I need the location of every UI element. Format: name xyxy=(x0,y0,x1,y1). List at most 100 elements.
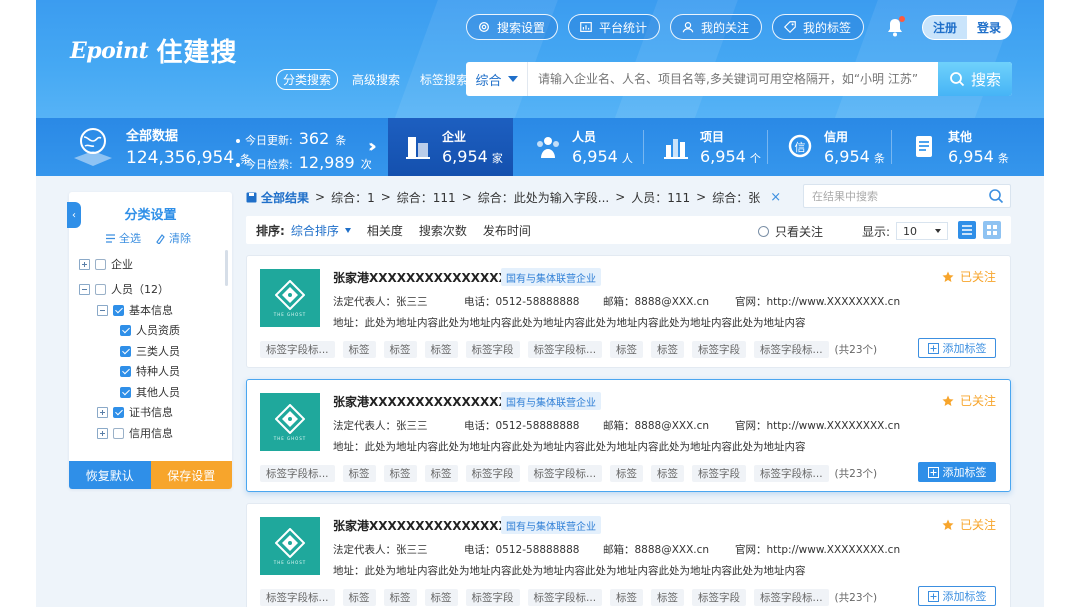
all-results-link[interactable]: 全部结果 xyxy=(246,189,309,206)
tag-chip[interactable]: 标签 xyxy=(342,588,376,606)
tag-chip[interactable]: 标签 xyxy=(424,464,458,482)
tag-chip[interactable]: 标签字段 xyxy=(465,464,520,482)
collapse-icon[interactable] xyxy=(97,304,108,316)
website[interactable]: 官网：http://www.XXXXXXXX.cn xyxy=(735,418,900,433)
tree-node[interactable]: 三类人员 xyxy=(120,343,180,359)
tag-chip[interactable]: 标签 xyxy=(424,588,458,606)
sort-publish-time[interactable]: 发布时间 xyxy=(483,222,531,239)
expand-icon[interactable] xyxy=(97,406,108,418)
result-search-field[interactable]: 在结果中搜索 xyxy=(803,184,1011,208)
checkbox[interactable] xyxy=(113,304,124,316)
checkbox[interactable] xyxy=(120,324,131,336)
checkbox[interactable] xyxy=(95,283,106,295)
tag-chip[interactable]: 标签字段 xyxy=(692,464,747,482)
breadcrumb-item[interactable]: 综合：此处为输入字段... xyxy=(478,189,609,206)
tab-category-search[interactable]: 分类搜索 xyxy=(276,69,339,90)
scrollbar[interactable] xyxy=(225,250,228,286)
breadcrumb-item[interactable]: 综合：1 xyxy=(331,189,375,206)
tree-node[interactable]: 人员资质 xyxy=(120,322,180,338)
login-button[interactable]: 登录 xyxy=(967,16,1011,39)
tag-chip[interactable]: 标签 xyxy=(610,588,644,606)
followed-toggle[interactable]: 已关注 xyxy=(942,268,996,285)
display-select[interactable]: 10 xyxy=(896,222,949,240)
company-name[interactable]: 张家港XXXXXXXXXXXXXXXXX xyxy=(333,269,526,286)
all-data-stat[interactable]: 全部数据 124,356,954 条 xyxy=(70,124,251,168)
platform-stats-button[interactable]: 平台统计 xyxy=(568,14,661,40)
search-icon[interactable] xyxy=(988,188,1004,204)
tag-chip[interactable]: 标签字段 xyxy=(692,340,747,358)
my-tags-button[interactable]: 我的标签 xyxy=(772,14,865,40)
stat-enterprise[interactable]: 企业 6,954 家 xyxy=(388,118,513,176)
tag-chip[interactable]: 标签字段 xyxy=(465,588,520,606)
followed-toggle[interactable]: 已关注 xyxy=(942,392,996,409)
add-tag-button[interactable]: 添加标签 xyxy=(918,462,996,482)
my-follow-button[interactable]: 我的关注 xyxy=(670,14,763,40)
website[interactable]: 官网：http://www.XXXXXXXX.cn xyxy=(735,294,900,309)
tag-chip[interactable]: 标签 xyxy=(610,464,644,482)
checkbox[interactable] xyxy=(120,365,131,377)
tag-chip[interactable]: 标签字段标... xyxy=(754,340,829,358)
tag-chip[interactable]: 标签字段标... xyxy=(260,588,335,606)
tree-node[interactable]: 证书信息 xyxy=(97,404,173,420)
checkbox[interactable] xyxy=(95,258,106,270)
tag-chip[interactable]: 标签字段标... xyxy=(260,464,335,482)
tag-chip[interactable]: 标签字段标... xyxy=(527,340,603,358)
collapse-icon[interactable] xyxy=(79,283,90,295)
tag-chip[interactable]: 标签字段标... xyxy=(754,464,829,482)
company-name[interactable]: 张家港XXXXXXXXXXXXXXXXX xyxy=(333,393,526,410)
tree-node[interactable]: 特种人员 xyxy=(120,363,180,379)
register-button[interactable]: 注册 xyxy=(923,16,967,39)
checkbox[interactable] xyxy=(113,427,124,439)
tree-node[interactable]: 信用信息 xyxy=(97,425,173,441)
expand-icon[interactable] xyxy=(97,427,108,439)
tag-chip[interactable]: 标签 xyxy=(651,340,685,358)
search-button[interactable]: 搜索 xyxy=(938,62,1012,96)
tag-chip[interactable]: 标签 xyxy=(651,588,685,606)
tab-advanced-search[interactable]: 高级搜索 xyxy=(346,70,406,89)
tag-chip[interactable]: 标签 xyxy=(651,464,685,482)
tag-chip[interactable]: 标签 xyxy=(383,464,417,482)
result-card[interactable]: THE GHOST 张家港XXXXXXXXXXXXXXXXX 国有与集体联营企业… xyxy=(246,379,1011,492)
add-tag-button[interactable]: 添加标签 xyxy=(918,586,996,606)
tag-chip[interactable]: 标签 xyxy=(383,588,417,606)
list-view-button[interactable] xyxy=(958,221,976,239)
stat-personnel[interactable]: 人员 6,954 人 xyxy=(518,118,643,176)
tree-node[interactable]: 基本信息 xyxy=(97,302,173,318)
stat-project[interactable]: 项目 6,954 个 xyxy=(646,118,771,176)
tag-chip[interactable]: 标签字段 xyxy=(692,588,747,606)
brand-logo[interactable]: Epoint 住建搜 xyxy=(70,32,237,69)
add-tag-button[interactable]: 添加标签 xyxy=(918,338,996,358)
tag-chip[interactable]: 标签字段标... xyxy=(527,588,603,606)
tag-chip[interactable]: 标签字段标... xyxy=(527,464,603,482)
select-all-button[interactable]: 全选 xyxy=(105,230,141,246)
tree-node[interactable]: 其他人员 xyxy=(120,384,180,400)
search-input[interactable] xyxy=(528,72,938,86)
breadcrumb-item[interactable]: 人员：111 xyxy=(631,189,690,206)
checkbox[interactable] xyxy=(113,406,124,418)
follow-only-toggle[interactable]: 只看关注 xyxy=(758,223,823,240)
stat-other[interactable]: 其他 6,954 条 xyxy=(894,118,1019,176)
search-category-select[interactable]: 综合 xyxy=(466,62,528,96)
result-card[interactable]: THE GHOST 张家港XXXXXXXXXXXXXXXXX 国有与集体联营企业… xyxy=(246,503,1011,607)
website[interactable]: 官网：http://www.XXXXXXXX.cn xyxy=(735,542,900,557)
tag-chip[interactable]: 标签字段标... xyxy=(754,588,829,606)
search-settings-button[interactable]: 搜索设置 xyxy=(466,14,559,40)
result-card[interactable]: THE GHOST 张家港XXXXXXXXXXXXXXXXX 国有与集体联营企业… xyxy=(246,255,1011,368)
tag-chip[interactable]: 标签 xyxy=(424,340,458,358)
tag-chip[interactable]: 标签 xyxy=(383,340,417,358)
breadcrumb-item[interactable]: 综合：111 xyxy=(397,189,456,206)
tag-chip[interactable]: 标签 xyxy=(342,464,376,482)
stat-credit[interactable]: 信 信用 6,954 条 xyxy=(770,118,895,176)
close-icon[interactable]: × xyxy=(770,190,781,205)
sort-relevance[interactable]: 相关度 xyxy=(367,222,403,239)
checkbox[interactable] xyxy=(120,345,131,357)
grid-view-button[interactable] xyxy=(983,221,1001,239)
tag-chip[interactable]: 标签字段 xyxy=(465,340,520,358)
sort-composite[interactable]: 综合排序 xyxy=(291,222,351,239)
company-name[interactable]: 张家港XXXXXXXXXXXXXXXXX xyxy=(333,517,526,534)
save-settings-button[interactable]: 保存设置 xyxy=(150,461,232,489)
breadcrumb-item[interactable]: 综合：张 xyxy=(712,189,760,206)
clear-button[interactable]: 清除 xyxy=(155,230,191,246)
checkbox[interactable] xyxy=(120,386,131,398)
expand-icon[interactable] xyxy=(79,258,90,270)
